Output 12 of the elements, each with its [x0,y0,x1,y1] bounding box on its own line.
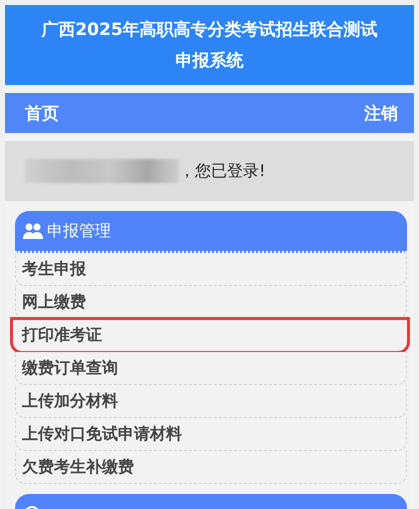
menu-item[interactable]: 缴费订单查询 [15,352,407,385]
users-icon [23,222,43,240]
app-title: 广西2025年高职高专分类考试招生联合测试 [41,19,378,41]
menu-item[interactable]: 打印准考证 [12,319,408,352]
menu-item[interactable]: 上传加分材料 [15,385,407,418]
menu-item[interactable]: 考生申报 [15,253,407,286]
menu-item[interactable]: 网上缴费 [15,286,407,319]
menu-item[interactable]: 欠费考生补缴费 [15,451,407,484]
section-title: 申报管理 [47,220,111,242]
menu-item[interactable]: 上传对口免试申请材料 [15,418,407,451]
app-title: 申报系统 [176,50,244,72]
login-message: ，您已登录! [179,160,266,182]
